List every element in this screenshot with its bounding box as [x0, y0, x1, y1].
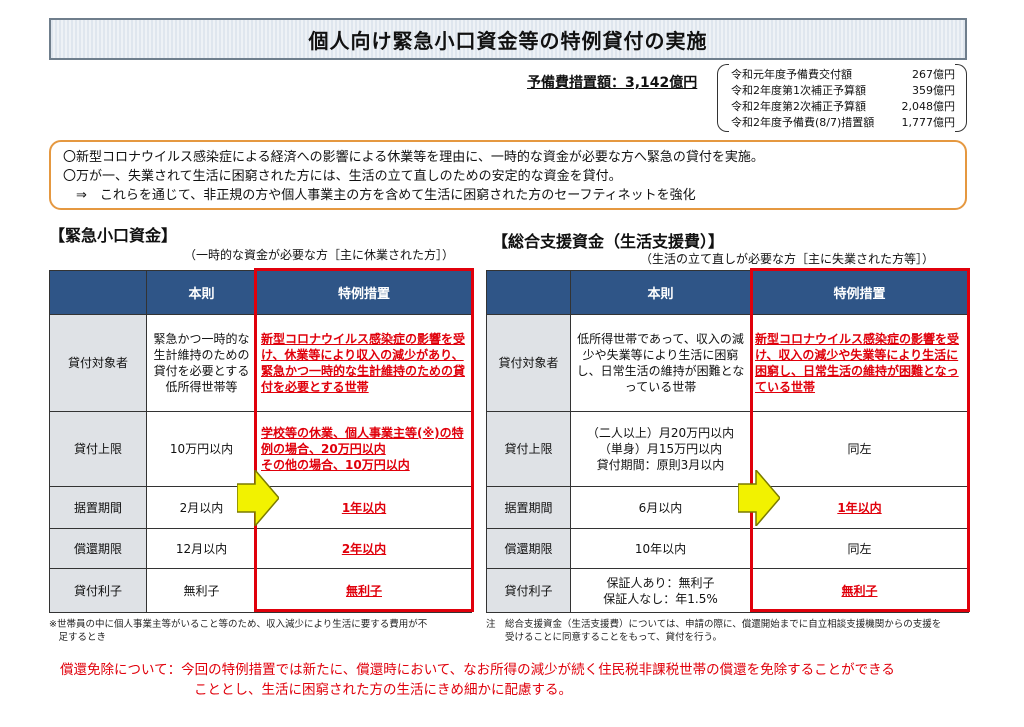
left-header-blank — [49, 270, 147, 315]
left-table: 本則 特例措置 貸付対象者 緊急かつ一時的な生計維持のための貸付を必要とする低所… — [49, 270, 472, 613]
special-cell: 無利子 — [256, 568, 472, 613]
base-cell: 10年以内 — [570, 528, 751, 569]
row-label: 償還期限 — [486, 528, 571, 569]
base-cell: 緊急かつ一時的な生計維持のための貸付を必要とする低所得世帯等 — [146, 314, 257, 412]
summary-line: ⇒ これらを通じて、非正規の方や個人事業主の方を含めて生活に困窮された方のセーフ… — [63, 188, 696, 203]
left-section-title: 【緊急小口資金】 — [49, 226, 178, 245]
special-cell: 新型コロナウイルス感染症の影響を受け、休業等により収入の減少があり、緊急かつ一時… — [256, 314, 472, 412]
special-cell: 同左 — [750, 411, 969, 487]
base-cell: 保証人あり：無利子 保証人なし：年1.5% — [570, 568, 751, 613]
exemption-line-2: こととし、生活に困窮された方の生活にきめ細かに配慮する。 — [194, 682, 572, 698]
right-table: 本則 特例措置 貸付対象者 低所得世帯であって、収入の減少や失業等により生活に困… — [486, 270, 969, 613]
page-title-box: 個人向け緊急小口資金等の特例貸付の実施 — [49, 18, 967, 60]
row-label: 貸付上限 — [49, 411, 147, 487]
base-cell: （二人以上）月20万円以内 （単身）月15万円以内 貸付期間：原則3月以内 — [570, 411, 751, 487]
left-note: ※世帯員の中に個人事業主等がいること等のため、収入減少により生活に要する費用が不… — [49, 619, 428, 643]
left-header-base: 本則 — [146, 270, 257, 315]
left-section-subtitle: （一時的な資金が必要な方［主に休業された方］） — [184, 248, 455, 262]
base-cell: 12月以内 — [146, 528, 257, 569]
base-cell: 6月以内 — [570, 486, 751, 529]
budget-item: 令和2年度第2次補正予算額 2,048億円 — [731, 100, 955, 113]
row-label: 貸付利子 — [49, 568, 147, 613]
bracket-left — [717, 64, 729, 132]
right-header-special: 特例措置 — [750, 270, 969, 315]
summary-line: 〇万が一、失業されて生活に困窮された方には、生活の立て直しのための安定的な資金を… — [63, 169, 622, 184]
special-cell: 学校等の休業、個人事業主等(※)の特例の場合、20万円以内 その他の場合、10万… — [256, 411, 472, 487]
special-cell: 同左 — [750, 528, 969, 569]
row-label: 貸付上限 — [486, 411, 571, 487]
right-arrow-icon — [738, 470, 780, 526]
budget-item: 令和2年度予備費(8/7)措置額 1,777億円 — [731, 116, 955, 129]
right-header-base: 本則 — [570, 270, 751, 315]
exemption-line-1: 償還免除について：今回の特例措置では新たに、償還時において、なお所得の減少が続く… — [60, 662, 895, 678]
budget-breakdown: 令和元年度予備費交付額 267億円 令和2年度第1次補正予算額 359億円 令和2年… — [717, 64, 967, 132]
right-note: 注 総合支援資金（生活支援費）については、申請の際に、償還開始までに自立相談支援… — [486, 619, 942, 643]
bracket-right — [955, 64, 967, 132]
left-header-special: 特例措置 — [256, 270, 472, 315]
budget-total: 予備費措置額：3,142億円 — [527, 75, 698, 91]
budget-item: 令和2年度第1次補正予算額 359億円 — [731, 84, 955, 97]
summary-line: 〇新型コロナウイルス感染症による経済への影響による休業等を理由に、一時的な資金が… — [63, 150, 764, 165]
right-section-title: 【総合支援資金（生活支援費）】 — [492, 232, 725, 251]
special-cell: 無利子 — [750, 568, 969, 613]
special-cell: 2年以内 — [256, 528, 472, 569]
base-cell: 低所得世帯であって、収入の減少や失業等により生活に困窮し、日常生活の維持が困難と… — [570, 314, 751, 412]
special-cell: 1年以内 — [256, 486, 472, 529]
row-label: 貸付対象者 — [49, 314, 147, 412]
repayment-exemption-note: 償還免除について：今回の特例措置では新たに、償還時において、なお所得の減少が続く… — [60, 660, 980, 700]
budget-item: 令和元年度予備費交付額 267億円 — [731, 68, 955, 81]
row-label: 償還期限 — [49, 528, 147, 569]
special-cell: 新型コロナウイルス感染症の影響を受け、収入の減少や失業等により生活に困窮し、日常… — [750, 314, 969, 412]
row-label: 貸付利子 — [486, 568, 571, 613]
row-label: 据置期間 — [486, 486, 571, 529]
left-arrow-icon — [237, 470, 279, 526]
row-label: 貸付対象者 — [486, 314, 571, 412]
base-cell: 無利子 — [146, 568, 257, 613]
special-cell: 1年以内 — [750, 486, 969, 529]
page-title: 個人向け緊急小口資金等の特例貸付の実施 — [308, 28, 708, 53]
right-section-subtitle: （生活の立て直しが必要な方［主に失業された方等］） — [640, 252, 935, 266]
right-header-blank — [486, 270, 571, 315]
row-label: 据置期間 — [49, 486, 147, 529]
summary-box: 〇新型コロナウイルス感染症による経済への影響による休業等を理由に、一時的な資金が… — [49, 140, 967, 210]
